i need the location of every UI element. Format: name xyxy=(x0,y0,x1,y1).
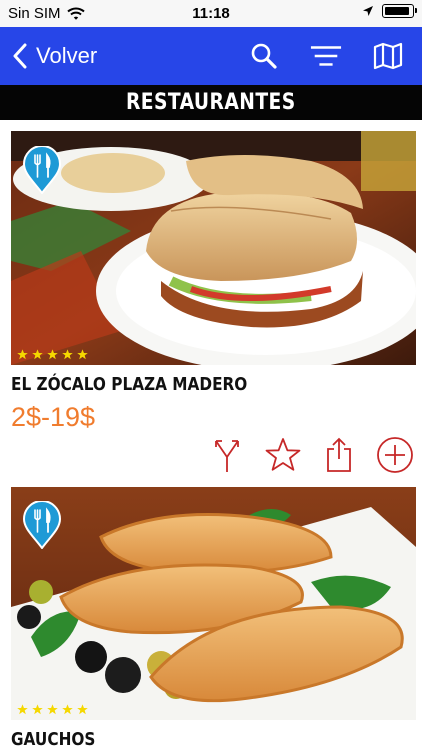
add-icon[interactable] xyxy=(376,436,414,474)
restaurant-name-2[interactable]: GAUCHOS xyxy=(11,729,95,750)
star-icon xyxy=(47,349,58,360)
star-icon xyxy=(77,349,88,360)
star-icon xyxy=(77,704,88,715)
map-icon[interactable] xyxy=(372,40,404,72)
section-title: RESTAURANTES xyxy=(126,90,296,115)
star-icon xyxy=(62,349,73,360)
star-icon xyxy=(32,704,43,715)
star-icon xyxy=(47,704,58,715)
star-icon xyxy=(17,349,28,360)
battery-icon xyxy=(382,4,417,18)
star-icon xyxy=(62,704,73,715)
favorite-star-icon[interactable] xyxy=(264,436,302,474)
status-time: 11:18 xyxy=(192,5,230,22)
star-icon xyxy=(32,349,43,360)
chevron-left-icon xyxy=(13,43,27,69)
restaurant-actions-1 xyxy=(208,436,414,474)
rating-stars-1 xyxy=(17,349,88,360)
restaurant-photo-2[interactable] xyxy=(11,487,416,720)
section-header: RESTAURANTES xyxy=(0,85,422,120)
share-icon[interactable] xyxy=(320,436,358,474)
back-label: Volver xyxy=(36,43,98,68)
rating-stars-2 xyxy=(17,704,88,715)
directions-icon[interactable] xyxy=(208,436,246,474)
restaurant-category-pin-2 xyxy=(22,501,62,549)
search-icon[interactable] xyxy=(248,40,280,72)
back-button[interactable]: Volver xyxy=(12,27,97,85)
star-icon xyxy=(17,704,28,715)
navigation-bar: Volver xyxy=(0,27,422,85)
location-arrow-icon xyxy=(363,6,373,16)
filter-sort-icon[interactable] xyxy=(310,40,342,72)
restaurant-price-1: 2$-19$ xyxy=(11,402,96,432)
restaurant-photo-1[interactable] xyxy=(11,131,416,365)
restaurant-name-1[interactable]: EL ZÓCALO PLAZA MADERO xyxy=(11,374,247,395)
status-bar: Sin SIM 11:18 xyxy=(0,0,422,27)
restaurant-category-pin-1 xyxy=(22,146,62,194)
